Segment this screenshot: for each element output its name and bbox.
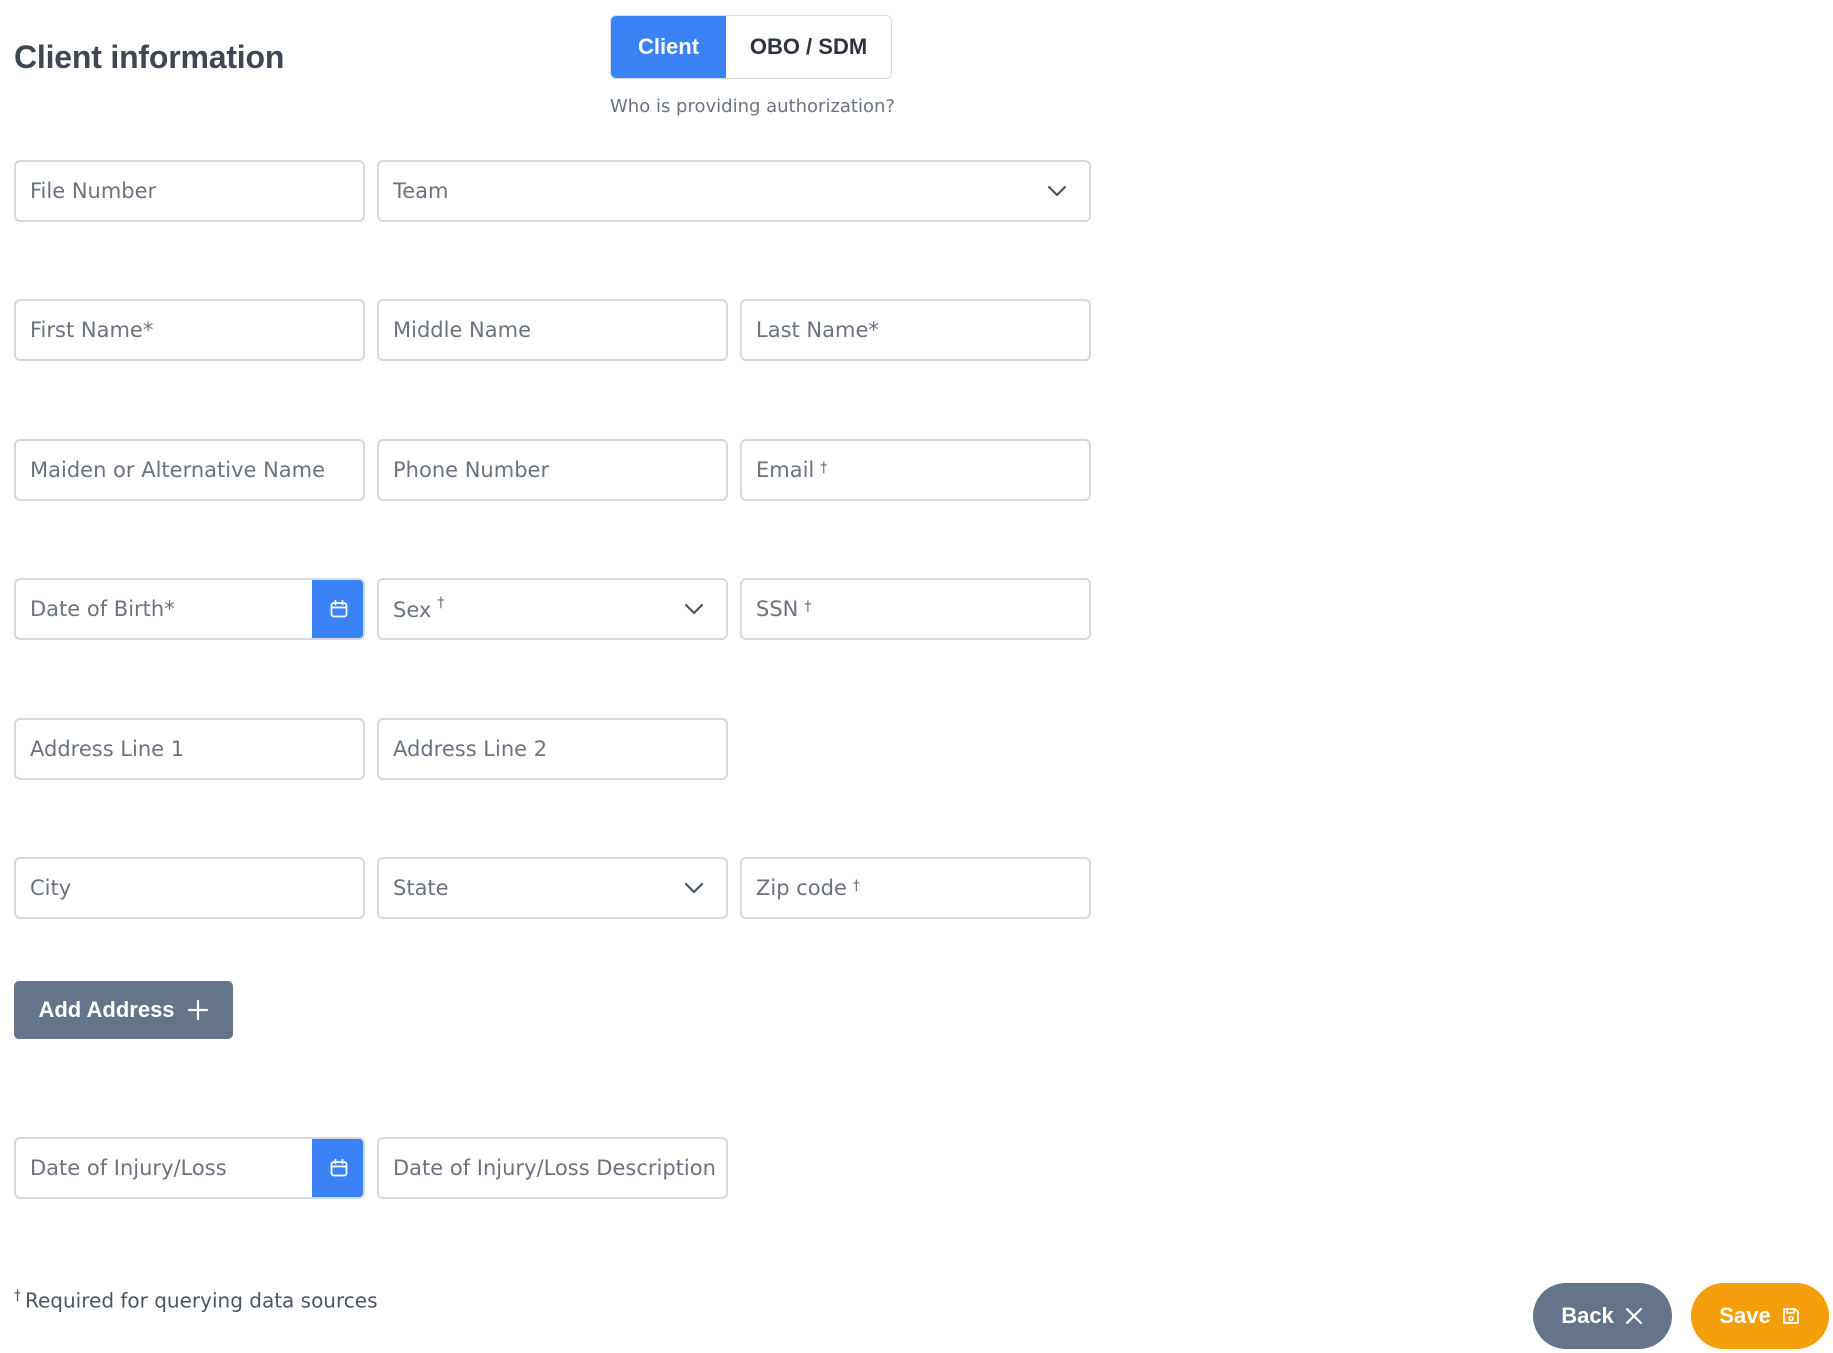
chevron-down-icon — [1047, 185, 1067, 197]
chevron-down-icon — [684, 603, 704, 615]
first-name-field[interactable]: First Name* — [14, 299, 365, 361]
footnote-marker: † — [14, 1288, 21, 1304]
last-name-placeholder: Last Name* — [756, 318, 879, 342]
team-select[interactable]: Team — [377, 160, 1091, 222]
file-number-field[interactable]: File Number — [14, 160, 365, 222]
date-of-birth-field[interactable]: Date of Birth* — [14, 578, 365, 640]
city-field[interactable]: City — [14, 857, 365, 919]
calendar-icon — [330, 599, 347, 618]
phone-number-placeholder: Phone Number — [393, 458, 550, 482]
footnote-text: Required for querying data sources — [25, 1288, 378, 1313]
address-line-2-placeholder: Address Line 2 — [393, 737, 548, 761]
page-title: Client information — [14, 39, 285, 76]
calendar-icon — [330, 1158, 347, 1177]
back-label: Back — [1561, 1303, 1614, 1328]
save-button[interactable]: Save — [1691, 1283, 1829, 1349]
sex-required-marker: † — [437, 594, 445, 611]
email-required-marker: † — [820, 460, 828, 476]
save-label: Save — [1719, 1303, 1771, 1328]
close-icon — [1625, 1307, 1642, 1325]
back-button[interactable]: Back — [1533, 1283, 1672, 1349]
date-of-injury-description-field[interactable]: Date of Injury/Loss Description — [377, 1137, 728, 1199]
middle-name-placeholder: Middle Name — [393, 318, 531, 342]
sex-select[interactable]: Sex † — [377, 578, 728, 640]
required-footnote: † Required for querying data sources — [14, 1288, 378, 1313]
date-of-injury-description-placeholder: Date of Injury/Loss Description — [393, 1156, 716, 1180]
plus-icon — [187, 999, 208, 1021]
date-of-birth-calendar-button[interactable] — [312, 580, 363, 638]
add-address-button[interactable]: Add Address — [14, 981, 233, 1039]
date-of-injury-placeholder: Date of Injury/Loss — [30, 1156, 227, 1180]
phone-number-field[interactable]: Phone Number — [377, 439, 728, 501]
maiden-name-placeholder: Maiden or Alternative Name — [30, 458, 326, 482]
zip-code-placeholder: Zip code — [756, 876, 847, 900]
file-number-placeholder: File Number — [30, 179, 157, 203]
team-placeholder: Team — [393, 179, 449, 203]
add-address-label: Add Address — [38, 997, 175, 1022]
zip-code-field[interactable]: Zip code † — [740, 857, 1091, 919]
authorization-toggle: Client OBO / SDM — [610, 15, 892, 79]
ssn-placeholder: SSN — [756, 597, 799, 621]
address-line-2-field[interactable]: Address Line 2 — [377, 718, 728, 780]
state-placeholder: State — [393, 876, 449, 900]
ssn-field[interactable]: SSN † — [740, 578, 1091, 640]
address-line-1-field[interactable]: Address Line 1 — [14, 718, 365, 780]
sex-placeholder: Sex — [393, 597, 432, 622]
city-placeholder: City — [30, 876, 72, 900]
floppy-disk-icon — [1782, 1308, 1799, 1324]
last-name-field[interactable]: Last Name* — [740, 299, 1091, 361]
ssn-required-marker: † — [804, 599, 812, 615]
authorization-caption: Who is providing authorization? — [610, 96, 895, 117]
email-field[interactable]: Email † — [740, 439, 1091, 501]
state-select[interactable]: State — [377, 857, 728, 919]
date-of-birth-placeholder: Date of Birth* — [30, 597, 175, 621]
address-line-1-placeholder: Address Line 1 — [30, 737, 185, 761]
zip-code-required-marker: † — [852, 878, 860, 894]
maiden-name-field[interactable]: Maiden or Alternative Name — [14, 439, 365, 501]
toggle-obo-sdm-button[interactable]: OBO / SDM — [726, 16, 891, 78]
date-of-injury-calendar-button[interactable] — [312, 1139, 363, 1197]
middle-name-field[interactable]: Middle Name — [377, 299, 728, 361]
date-of-injury-field[interactable]: Date of Injury/Loss — [14, 1137, 365, 1199]
chevron-down-icon — [684, 882, 704, 894]
toggle-client-button[interactable]: Client — [611, 16, 726, 78]
sex-placeholder-wrap: Sex † — [393, 594, 445, 622]
email-placeholder: Email — [756, 458, 815, 482]
first-name-placeholder: First Name* — [30, 318, 154, 342]
